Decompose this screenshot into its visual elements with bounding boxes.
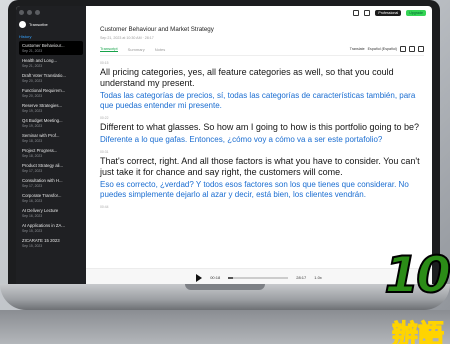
main-panel: Professional Upgrade Customer Behaviour … — [86, 6, 432, 286]
history-item-date: Sep 17, 2023 — [22, 169, 43, 173]
sidebar-history-item[interactable]: Functional Requirem... Sep 20, 2023 — [19, 86, 83, 100]
segment-original-text: All pricing categories, yes, all feature… — [100, 67, 394, 88]
history-item-title: Reserve Strategies... — [22, 103, 63, 108]
sidebar-history-item[interactable]: Project Progress... Sep 18, 2023 — [19, 146, 83, 160]
segment-timestamp[interactable]: 00:15 — [100, 61, 424, 65]
segment-translation-text: Todas las categorías de precios, sí, tod… — [100, 91, 416, 110]
toolbar: Professional Upgrade — [353, 10, 426, 16]
plan-badge: Professional — [375, 10, 402, 16]
close-window-button[interactable] — [19, 10, 24, 15]
translate-control[interactable]: Translate Español (Español) — [350, 46, 424, 52]
promo-number: 10 — [383, 245, 450, 305]
history-item-title: Project Progress... — [22, 148, 58, 153]
search-icon[interactable] — [409, 46, 415, 52]
history-item-date: Sep 15, 2023 — [22, 244, 43, 248]
laptop-frame: Transcribe History Customer Behaviour...… — [8, 0, 440, 286]
segment-timestamp[interactable]: 00:44 — [100, 205, 424, 209]
translate-language-select[interactable]: Español (Español) — [368, 47, 397, 51]
history-item-date: Sep 19, 2023 — [22, 124, 43, 128]
translate-label: Translate — [349, 47, 365, 51]
desk-surface — [0, 310, 450, 344]
history-item-date: Sep 20, 2023 — [22, 94, 43, 98]
history-item-title: Corporate Transfor... — [22, 193, 62, 198]
total-time: 28:17 — [296, 275, 307, 280]
upgrade-button[interactable]: Upgrade — [406, 10, 426, 16]
tab-notes[interactable]: Notes — [155, 47, 165, 52]
more-icon[interactable] — [418, 46, 424, 52]
app-window: Transcribe History Customer Behaviour...… — [16, 6, 432, 286]
play-icon[interactable] — [196, 273, 203, 282]
progress-bar[interactable] — [228, 276, 289, 279]
sidebar-history-item[interactable]: Health and Long... Sep 21, 2023 — [19, 56, 83, 70]
tab-transcript[interactable]: Transcript — [100, 46, 118, 52]
copy-icon[interactable] — [400, 46, 406, 52]
history-heading: History — [19, 34, 32, 39]
history-item-title: Seminar with Prof... — [22, 133, 60, 138]
segment-timestamp[interactable]: 00:31 — [100, 150, 424, 154]
history-item-date: Sep 21, 2023 — [22, 64, 43, 68]
transcript-segment: 00:44 — [100, 205, 424, 209]
document-meta: Sep 21, 2023 at 10:30 AM · 28:17 — [100, 36, 154, 40]
history-item-title: AI Applications in ZA... — [22, 223, 65, 228]
sidebar-history-item[interactable]: Reserve Strategies... Sep 19, 2023 — [19, 101, 83, 115]
tab-summary[interactable]: Summary — [128, 47, 145, 52]
history-list: Customer Behaviour... Sep 21, 2023 Health… — [19, 41, 83, 250]
transcript-body: 00:15 All pricing categories, yes, all f… — [100, 61, 424, 209]
history-item-date: Sep 20, 2023 — [22, 79, 43, 83]
zoom-window-button[interactable] — [35, 10, 40, 15]
transcript-segment: 00:22 Different to what glasses. So how … — [100, 116, 424, 145]
history-item-title: Draft Voter Translatio... — [22, 73, 66, 78]
history-item-date: Sep 17, 2023 — [22, 184, 43, 188]
window-controls — [19, 10, 83, 15]
promo-text: 辦語 — [391, 319, 444, 344]
sidebar-history-item[interactable]: Consultation with H... Sep 17, 2023 — [19, 176, 83, 190]
sidebar-history-item[interactable]: Seminar with Prof... Sep 18, 2023 — [19, 131, 83, 145]
history-item-date: Sep 18, 2023 — [22, 139, 43, 143]
playback-speed[interactable]: 1.0x — [314, 275, 322, 280]
history-item-title: Consultation with H... — [22, 178, 63, 183]
history-item-date: Sep 19, 2023 — [22, 109, 43, 113]
segment-timestamp[interactable]: 00:22 — [100, 116, 424, 120]
share-icon[interactable] — [353, 10, 360, 16]
minimize-window-button[interactable] — [27, 10, 32, 15]
history-item-title: Health and Long... — [22, 58, 58, 63]
segment-original-text: Different to what glasses. So how am I g… — [100, 122, 420, 132]
sidebar-history-item[interactable]: AI Applications in ZA... Sep 15, 2023 — [19, 221, 83, 235]
history-item-date: Sep 18, 2023 — [22, 154, 43, 158]
sidebar-history-item[interactable]: Draft Voter Translatio... Sep 20, 2023 — [19, 71, 83, 85]
segment-translation-text: Diferente a lo que gafas. Entonces, ¿cóm… — [100, 135, 383, 144]
sidebar-history-item[interactable]: Customer Behaviour... Sep 21, 2023 — [19, 41, 83, 55]
sidebar-history-item[interactable]: AI Delivery Lecture Sep 16, 2023 — [19, 206, 83, 220]
sidebar-history-item[interactable]: Q4 Budget Meeting... Sep 19, 2023 — [19, 116, 83, 130]
history-item-date: Sep 16, 2023 — [22, 214, 43, 218]
document-title: Customer Behaviour and Market Strategy — [100, 26, 214, 33]
history-item-title: Customer Behaviour... — [22, 43, 65, 48]
current-time: 00:18 — [210, 275, 221, 280]
transcript-segment: 00:15 All pricing categories, yes, all f… — [100, 61, 424, 111]
sidebar: Transcribe History Customer Behaviour...… — [16, 6, 86, 286]
history-item-title: AI Delivery Lecture — [22, 208, 59, 213]
sidebar-history-item[interactable]: ZICARATE 15 2023 Sep 15, 2023 — [19, 236, 83, 250]
progress-fill — [228, 276, 234, 279]
brand-name: Transcribe — [29, 22, 48, 27]
segment-original-text: That's correct, right. And all those fac… — [100, 156, 420, 177]
history-item-date: Sep 21, 2023 — [22, 49, 43, 53]
settings-icon[interactable] — [364, 10, 371, 16]
history-item-title: Product Strategy ali... — [22, 163, 64, 168]
history-item-date: Sep 16, 2023 — [22, 199, 43, 203]
laptop-notch — [185, 284, 265, 290]
history-item-date: Sep 15, 2023 — [22, 229, 43, 233]
history-item-title: Functional Requirem... — [22, 88, 66, 93]
history-item-title: ZICARATE 15 2023 — [22, 238, 60, 243]
segment-translation-text: Eso es correcto, ¿verdad? Y todos esos f… — [100, 180, 409, 199]
sidebar-history-item[interactable]: Corporate Transfor... Sep 16, 2023 — [19, 191, 83, 205]
history-item-title: Q4 Budget Meeting... — [22, 118, 63, 123]
app-logo-icon — [19, 21, 26, 28]
brand: Transcribe — [19, 21, 83, 28]
transcript-segment: 00:31 That's correct, right. And all tho… — [100, 150, 424, 200]
tab-bar: Transcript Summary Notes Translate Españ… — [100, 46, 424, 56]
sidebar-history-item[interactable]: Product Strategy ali... Sep 17, 2023 — [19, 161, 83, 175]
